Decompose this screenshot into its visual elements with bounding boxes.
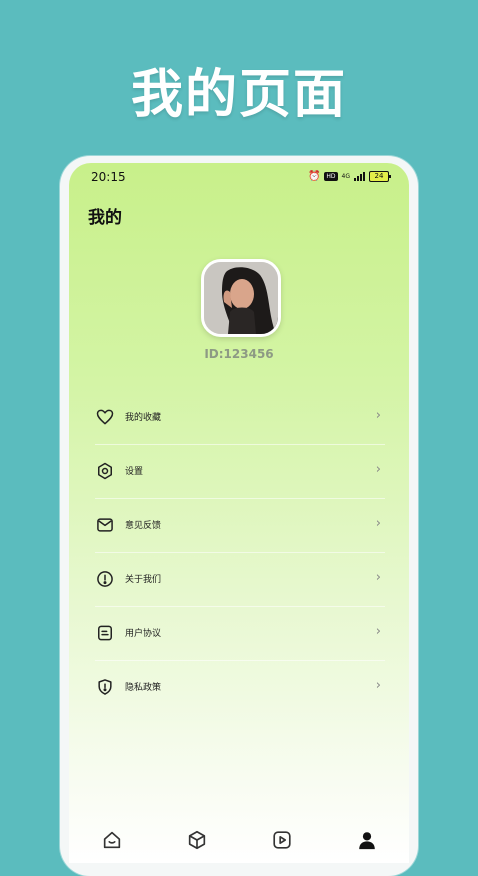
menu-item-favorites[interactable]: 我的收藏 › xyxy=(95,391,385,445)
chevron-right-icon: › xyxy=(375,462,381,477)
phone-screen: 20:15 ⏰ HD 4G 24 我的 ID:123456 我的收藏 › 设置 … xyxy=(69,163,409,863)
home-icon xyxy=(103,831,120,849)
menu-item-privacy-policy[interactable]: 隐私政策 › xyxy=(95,661,385,714)
promo-title: 我的页面 xyxy=(130,65,347,125)
menu-item-settings[interactable]: 设置 › xyxy=(95,445,385,499)
signal-icon xyxy=(354,172,365,181)
menu-item-label: 意见反馈 xyxy=(125,521,162,531)
user-icon xyxy=(358,832,375,850)
avatar-photo xyxy=(204,262,278,334)
status-icons: ⏰ HD 4G 24 xyxy=(307,170,391,182)
chevron-right-icon: › xyxy=(375,408,381,423)
menu-list: 我的收藏 › 设置 › 意见反馈 › 关于我们 › 用户协议 › 隐私政策 › xyxy=(95,391,385,714)
mail-icon xyxy=(95,515,115,535)
alarm-icon: ⏰ xyxy=(307,170,321,182)
nav-discover[interactable] xyxy=(182,819,212,859)
nav-video[interactable] xyxy=(267,819,297,859)
cube-icon xyxy=(188,830,205,850)
play-icon xyxy=(272,831,291,849)
menu-item-label: 我的收藏 xyxy=(125,413,162,423)
shield-icon xyxy=(95,677,115,697)
menu-item-label: 隐私政策 xyxy=(125,683,162,693)
menu-item-about[interactable]: 关于我们 › xyxy=(95,553,385,607)
nav-profile[interactable] xyxy=(352,819,382,859)
chevron-right-icon: › xyxy=(375,516,381,531)
user-id: ID:123456 xyxy=(204,347,274,361)
gear-icon xyxy=(95,461,115,481)
info-icon xyxy=(95,569,115,589)
chevron-right-icon: › xyxy=(375,678,381,693)
avatar[interactable] xyxy=(201,259,281,337)
chevron-right-icon: › xyxy=(375,570,381,585)
hd-icon: HD xyxy=(324,172,338,181)
bottom-nav xyxy=(69,819,409,863)
menu-item-label: 用户协议 xyxy=(125,629,162,639)
page-title: 我的 xyxy=(88,208,122,228)
status-bar: 20:15 ⏰ HD 4G 24 xyxy=(69,163,409,191)
menu-item-feedback[interactable]: 意见反馈 › xyxy=(95,499,385,553)
menu-item-label: 设置 xyxy=(125,467,144,477)
menu-item-user-agreement[interactable]: 用户协议 › xyxy=(95,607,385,661)
network-type: 4G xyxy=(341,172,350,180)
menu-item-label: 关于我们 xyxy=(125,575,162,585)
chevron-right-icon: › xyxy=(375,624,381,639)
nav-home[interactable] xyxy=(97,819,127,859)
battery-icon: 24 xyxy=(369,171,391,182)
heart-icon xyxy=(95,407,115,427)
status-time: 20:15 xyxy=(91,170,126,184)
document-icon xyxy=(95,623,115,643)
